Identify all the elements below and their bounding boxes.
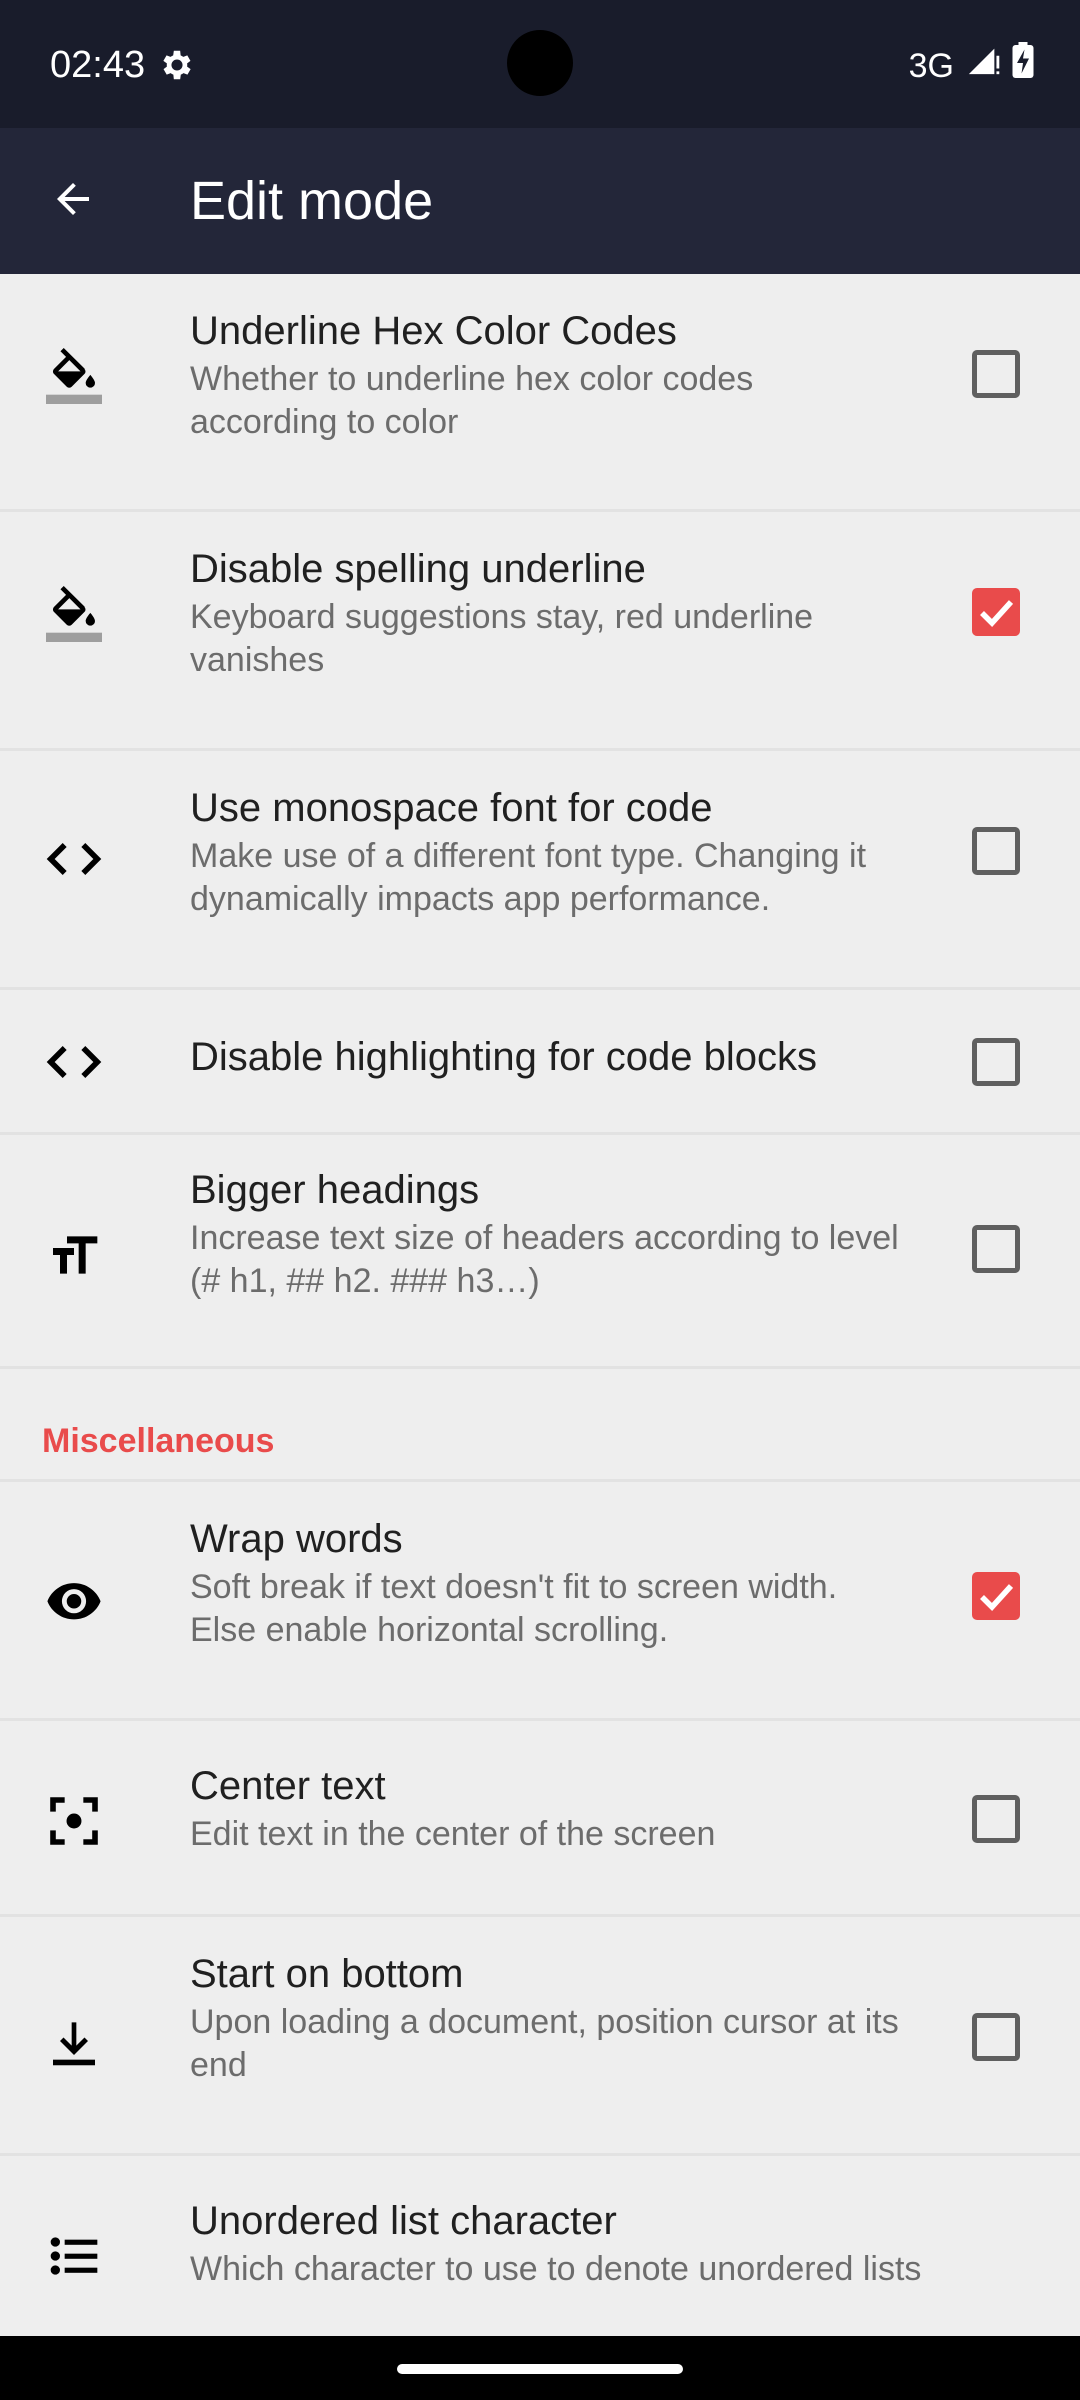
- setting-summary: Make use of a different font type. Chang…: [190, 837, 867, 918]
- setting-title: Underline Hex Color Codes: [190, 309, 677, 353]
- setting-title: Disable highlighting for code blocks: [190, 1035, 818, 1079]
- center-focus-icon: [42, 1789, 106, 1853]
- setting-summary: Whether to underline hex color codes acc…: [190, 360, 754, 441]
- code-icon: [42, 827, 106, 891]
- setting-checkbox[interactable]: [972, 1572, 1020, 1620]
- section-header-miscellaneous: Miscellaneous: [0, 1369, 1080, 1482]
- settings-list: Underline Hex Color Codes Whether to und…: [0, 274, 1080, 2352]
- setting-title: Disable spelling underline: [190, 547, 646, 591]
- setting-row-underline-hex[interactable]: Underline Hex Color Codes Whether to und…: [0, 274, 1080, 512]
- status-time: 02:43: [50, 44, 146, 86]
- setting-row-center-text[interactable]: Center text Edit text in the center of t…: [0, 1721, 1080, 1917]
- setting-summary: Keyboard suggestions stay, red underline…: [190, 598, 814, 679]
- back-button[interactable]: [0, 128, 146, 274]
- section-title: Miscellaneous: [42, 1422, 275, 1460]
- status-indicators: 3G: [909, 42, 1034, 90]
- bulleted-list-icon: [42, 2224, 106, 2288]
- setting-row-wrap-words[interactable]: Wrap words Soft break if text doesn't fi…: [0, 1482, 1080, 1721]
- setting-title: Use monospace font for code: [190, 786, 713, 830]
- setting-title: Unordered list character: [190, 2199, 617, 2243]
- arrow-back-icon: [49, 175, 97, 228]
- align-bottom-icon: [42, 2009, 106, 2073]
- setting-checkbox[interactable]: [972, 1038, 1020, 1086]
- setting-row-disable-highlighting[interactable]: Disable highlighting for code blocks: [0, 990, 1080, 1135]
- setting-title: Start on bottom: [190, 1952, 464, 1996]
- network-type: 3G: [908, 47, 954, 85]
- setting-title: Bigger headings: [190, 1168, 480, 1212]
- setting-row-start-on-bottom[interactable]: Start on bottom Upon loading a document,…: [0, 1917, 1080, 2156]
- setting-checkbox[interactable]: [972, 1795, 1020, 1843]
- format-color-fill-icon: [42, 344, 106, 408]
- setting-summary: Soft break if text doesn't fit to screen…: [190, 1568, 838, 1649]
- setting-row-monospace-font[interactable]: Use monospace font for code Make use of …: [0, 751, 1080, 990]
- setting-checkbox[interactable]: [972, 827, 1020, 875]
- status-bar: 02:43 3G: [0, 0, 1080, 128]
- camera-cutout: [507, 30, 573, 96]
- eye-icon: [42, 1568, 106, 1632]
- setting-row-disable-spelling[interactable]: Disable spelling underline Keyboard sugg…: [0, 512, 1080, 751]
- format-color-fill-icon: [42, 582, 106, 646]
- setting-title: Center text: [190, 1764, 386, 1808]
- navigation-bar: [0, 2336, 1080, 2400]
- check-icon: [980, 600, 1014, 628]
- app-bar: Edit mode: [0, 128, 1080, 274]
- setting-row-unordered-list-char[interactable]: Unordered list character Which character…: [0, 2156, 1080, 2352]
- setting-summary: Which character to use to denote unorder…: [190, 2250, 922, 2288]
- format-size-icon: [42, 1223, 106, 1287]
- setting-summary: Edit text in the center of the screen: [190, 1815, 716, 1853]
- check-icon: [980, 1584, 1014, 1612]
- home-gesture-handle[interactable]: [397, 2364, 683, 2374]
- setting-summary: Upon loading a document, position cursor…: [190, 2003, 899, 2084]
- setting-checkbox[interactable]: [972, 350, 1020, 398]
- setting-checkbox[interactable]: [972, 2013, 1020, 2061]
- gear-icon: [158, 46, 196, 84]
- setting-title: Wrap words: [190, 1517, 403, 1561]
- setting-checkbox[interactable]: [972, 588, 1020, 636]
- setting-summary: Increase text size of headers according …: [190, 1219, 899, 1300]
- setting-row-bigger-headings[interactable]: Bigger headings Increase text size of he…: [0, 1135, 1080, 1369]
- page-title: Edit mode: [190, 171, 434, 231]
- signal-icon: [966, 43, 1000, 89]
- setting-checkbox[interactable]: [972, 1225, 1020, 1273]
- battery-charging-icon: [1012, 42, 1034, 90]
- code-icon: [42, 1030, 106, 1094]
